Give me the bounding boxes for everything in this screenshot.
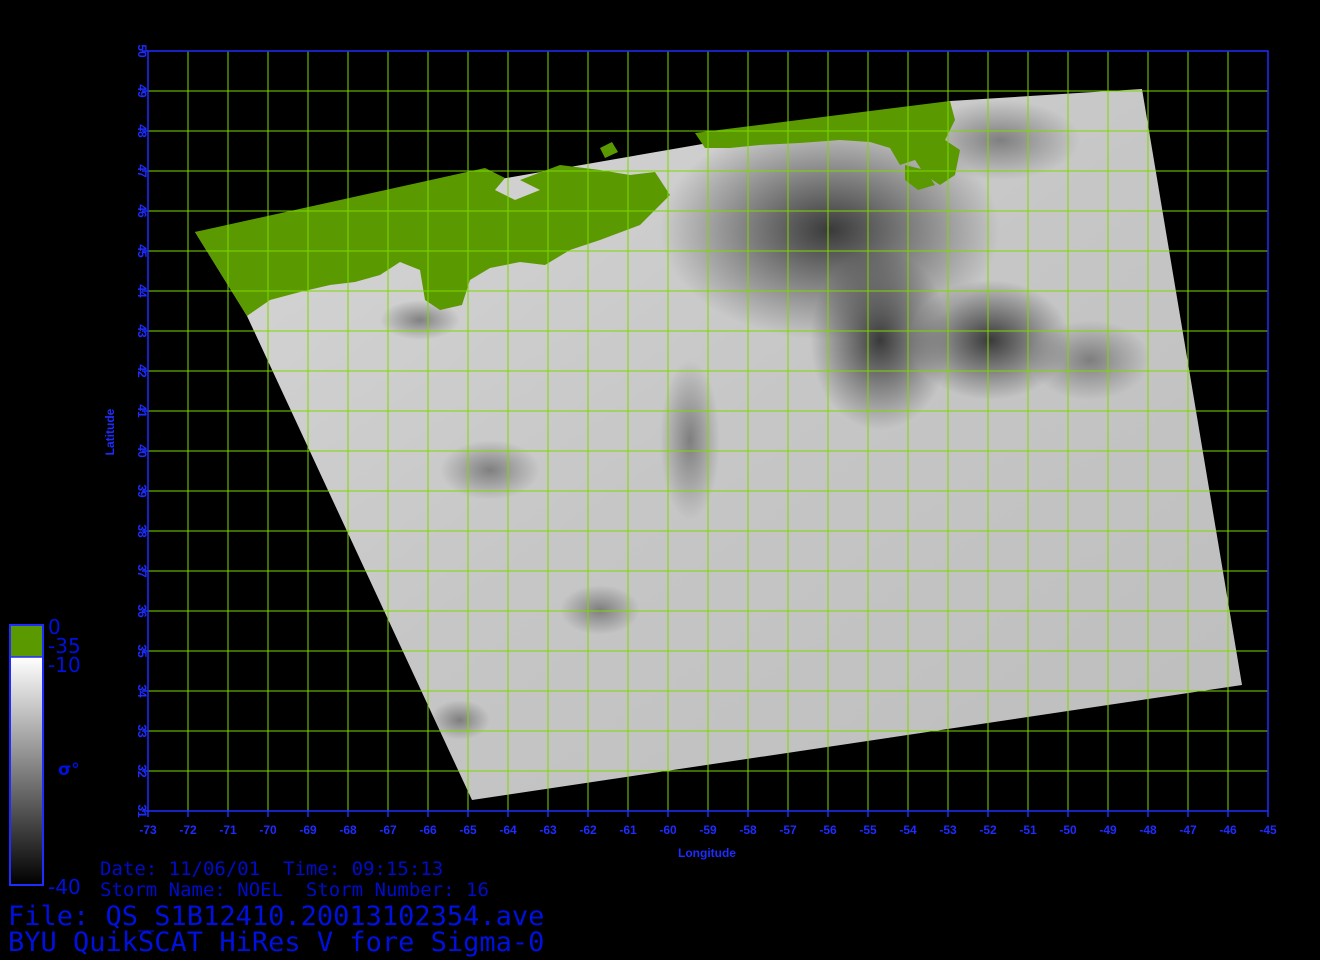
x-tick-label: -70 — [259, 823, 277, 837]
x-tick-label: -73 — [139, 823, 157, 837]
y-tick-label: 32 — [135, 764, 149, 778]
y-tick-label: 48 — [135, 124, 149, 138]
x-tick-label: -51 — [1019, 823, 1037, 837]
y-tick-label: 45 — [135, 244, 149, 258]
y-tick-label: 34 — [135, 684, 149, 698]
x-tick-label: -64 — [499, 823, 517, 837]
y-tick-label: 47 — [135, 164, 149, 178]
scatterometer-map: -73 -72 -71 -70 -69 -68 -67 -66 -65 -64 -63 -62 -61 -… — [9, 44, 1277, 886]
file-line: File: QS_S1B12410.20013102354.ave — [8, 901, 545, 932]
y-tick-label: 40 — [135, 444, 149, 458]
x-tick-label: -57 — [779, 823, 797, 837]
y-tick-label: 35 — [135, 644, 149, 658]
product-line: BYU QuikSCAT HiRes V fore Sigma-0 — [8, 927, 545, 958]
y-tick-label: 49 — [135, 84, 149, 98]
y-tick-label: 39 — [135, 484, 149, 498]
x-tick-label: -60 — [659, 823, 677, 837]
x-tick-label: -65 — [459, 823, 477, 837]
land-mask — [600, 142, 618, 158]
storm-line: Storm Name: NOEL Storm Number: 16 — [100, 879, 489, 901]
x-tick-label: -45 — [1259, 823, 1277, 837]
x-tick-label: -50 — [1059, 823, 1077, 837]
x-tick-label: -71 — [219, 823, 237, 837]
y-tick-label: 33 — [135, 724, 149, 738]
x-axis-title: Longitude — [678, 846, 736, 860]
low-backscatter-region — [1030, 320, 1150, 400]
colorbar-symbol: σ° — [58, 760, 80, 780]
y-tick-label: 37 — [135, 564, 149, 578]
x-tick-label: -59 — [699, 823, 717, 837]
x-tick-label: -56 — [819, 823, 837, 837]
low-backscatter-region — [660, 360, 720, 520]
y-tick-label: 46 — [135, 204, 149, 218]
x-axis-ticks: -73 -72 -71 -70 -69 -68 -67 -66 -65 -64 -63 -62 -61 -… — [139, 811, 1277, 837]
sigma0-swath — [195, 89, 1242, 800]
x-tick-label: -53 — [939, 823, 957, 837]
x-tick-label: -72 — [179, 823, 197, 837]
y-axis-ticks: 31 32 33 34 35 36 37 38 39 40 41 42 43 44 45 46 47 48 49 50 — [135, 44, 149, 818]
x-tick-label: -54 — [899, 823, 917, 837]
x-tick-label: -58 — [739, 823, 757, 837]
x-tick-label: -62 — [579, 823, 597, 837]
low-backscatter-region — [430, 700, 490, 740]
date-time-line: Date: 11/06/01 Time: 09:15:13 — [100, 858, 444, 880]
y-axis-title: Latitude — [103, 408, 117, 455]
x-tick-label: -68 — [339, 823, 357, 837]
y-tick-label: 42 — [135, 364, 149, 378]
colorbar-gray-min-label: -40 — [48, 875, 81, 899]
x-tick-label: -69 — [299, 823, 317, 837]
colorbar-gray-segment — [10, 657, 43, 885]
x-tick-label: -48 — [1139, 823, 1157, 837]
colorbar-gray-max-label: -10 — [48, 653, 81, 677]
y-tick-label: 31 — [135, 804, 149, 818]
y-tick-label: 41 — [135, 404, 149, 418]
x-tick-label: -49 — [1099, 823, 1117, 837]
x-tick-label: -63 — [539, 823, 557, 837]
colorbar — [9, 624, 44, 886]
x-tick-label: -67 — [379, 823, 397, 837]
x-tick-label: -46 — [1219, 823, 1237, 837]
x-tick-label: -52 — [979, 823, 997, 837]
x-tick-label: -66 — [419, 823, 437, 837]
y-tick-label: 50 — [135, 44, 149, 58]
y-tick-label: 44 — [135, 284, 149, 298]
y-tick-label: 36 — [135, 604, 149, 618]
y-tick-label: 38 — [135, 524, 149, 538]
colorbar-land-segment — [10, 625, 43, 657]
x-tick-label: -55 — [859, 823, 877, 837]
y-tick-label: 43 — [135, 324, 149, 338]
x-tick-label: -61 — [619, 823, 637, 837]
x-tick-label: -47 — [1179, 823, 1197, 837]
